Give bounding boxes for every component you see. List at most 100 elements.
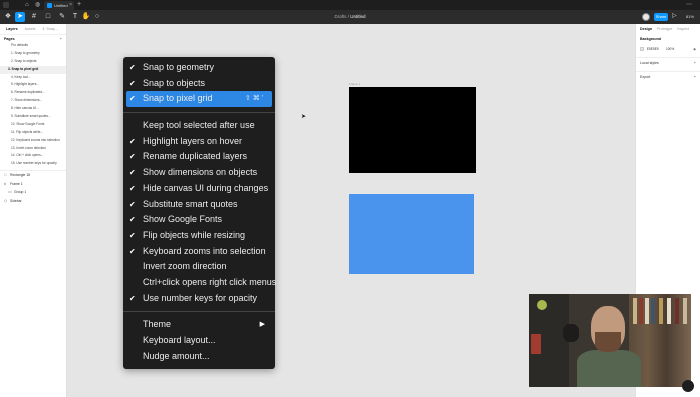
microphone [563,324,579,342]
webcam-overlay [529,294,691,387]
zoom-level[interactable]: 81% [686,10,694,24]
project-name[interactable]: Drafts [334,14,346,19]
background-hex[interactable]: E5E5E5 [647,47,659,51]
share-button[interactable]: Share [654,13,668,21]
menu-item[interactable]: ✔ Flip objects while resizing [123,228,275,244]
community-icon[interactable]: ◍ [35,0,40,10]
page-item[interactable]: 4. Keep tool... [0,74,66,82]
menu-item[interactable]: ✔ Substitute smart quotes [123,197,275,213]
properties-tabs: Design Prototype Inspect [636,24,700,34]
page-item[interactable]: 9. Substitute smart quotes... [0,113,66,121]
tab-untitled[interactable]: Untitled × [44,1,74,10]
page-item[interactable]: 3. Snap to pixel grid [0,65,66,74]
layer-name: Frame 1 [10,181,23,186]
file-name[interactable]: Untitled [350,14,365,19]
layer-item[interactable]: # Frame 1 [0,180,66,189]
present-icon[interactable]: ▷ [672,12,677,19]
menu-item-label: Use number keys for opacity [143,292,258,303]
menu-item[interactable]: ✔ Show Google Fonts [123,212,275,228]
tab-current-page[interactable]: 4. Snap... [42,27,57,31]
checkmark-icon: ✔ [129,230,136,240]
visibility-icon[interactable]: ◉ [693,44,696,54]
page-item[interactable]: Pro defaults [0,42,66,50]
menu-item[interactable]: ✔ Highlight layers on hover [123,134,275,150]
presenter-beard [595,332,621,352]
menu-item-label: Ctrl+click opens right click menus [143,276,277,287]
menu-item[interactable]: Keyboard layout... [123,333,275,349]
menu-item[interactable]: ✔ Hide canvas UI during changes [123,181,275,197]
menu-item[interactable]: ✔ Snap to pixel grid ⇧ ⌘ ' [126,91,272,108]
layer-item[interactable]: □ Rectangle 18 [0,171,66,180]
page-item[interactable]: 1. Snap to geometry [0,50,66,58]
page-item[interactable]: 7. Show dimensions... [0,97,66,105]
menu-item-label: Keep tool selected after use [143,120,255,131]
background-fill-row[interactable]: E5E5E5 100% ◉ [636,44,700,54]
page-item[interactable]: 2. Snap to objects [0,58,66,66]
menu-item[interactable]: ✔ Keyboard zooms into selection [123,244,275,260]
add-export-icon[interactable]: + [694,72,696,82]
frame-black[interactable] [349,87,476,173]
layer-name: Rectangle 18 [10,173,30,178]
page-item[interactable]: 6. Rename duplicated... [0,89,66,97]
layer-list: □ Rectangle 18 # Frame 1 ▭ Group 1 ◇ Sidebar [0,170,66,205]
window-tab-bar: ⌂ ◍ Untitled × + ⋯ [0,0,700,10]
menu-item-label: Keyboard layout... [143,335,216,345]
menu-item[interactable]: Keep tool selected after use [123,118,275,134]
menu-shortcut: ⇧ ⌘ ' [244,95,263,103]
presenter-body [577,350,641,387]
menu-item-label: Hide canvas UI during changes [143,182,269,193]
layer-item[interactable]: ◇ Sidebar [0,197,66,206]
more-options-icon[interactable]: ⋯ [686,0,692,10]
menu-item-label: Snap to objects [143,77,206,88]
layer-name: Group 1 [14,190,27,195]
menu-item[interactable]: Invert zoom direction [123,259,275,275]
background-heading: Background [640,37,661,41]
checkmark-icon: ✔ [129,183,136,193]
page-item[interactable]: 12. Keyboard zooms into selection [0,137,66,145]
menu-item[interactable]: Theme ▶ [123,317,275,333]
menu-item-label: Theme [143,319,172,330]
menu-item[interactable]: ✔ Use number keys for opacity [123,291,275,307]
page-item[interactable]: 14. Ctrl + click opens... [0,152,66,160]
page-item[interactable]: 5. Highlight layers... [0,81,66,89]
new-tab-button[interactable]: + [77,0,81,10]
tab-inspect[interactable]: Inspect [677,27,689,31]
menu-item[interactable]: ✔ Show dimensions on objects [123,165,275,181]
menu-separator [123,311,275,313]
pages-header: Pages + [0,34,66,42]
frame-label[interactable]: Frame 1 [349,82,360,86]
tab-design[interactable]: Design [640,27,652,31]
menu-item[interactable]: ✔ Snap to geometry [123,60,275,76]
page-list: Pro defaults 1. Snap to geometry 2. Snap t… [0,42,66,168]
tab-layers[interactable]: Layers [6,27,18,31]
local-styles-section: Local styles + [636,58,700,68]
checkmark-icon: ✔ [129,246,136,256]
mouse-cursor-icon: ➤ [301,114,307,120]
checkmark-icon: ✔ [129,293,136,303]
tab-assets[interactable]: Assets [25,27,36,31]
tab-prototype[interactable]: Prototype [657,27,672,31]
background-opacity[interactable]: 100% [666,44,674,54]
layer-item[interactable]: ▭ Group 1 [0,188,66,197]
menu-item[interactable]: ✔ Rename duplicated layers [123,149,275,165]
page-item[interactable]: 8. Hide canvas UI... [0,105,66,113]
help-button[interactable] [682,380,694,392]
background-swatch[interactable] [640,47,644,52]
page-item[interactable]: 11. Flip objects while... [0,129,66,137]
rectangle-blue[interactable] [349,194,474,274]
page-item[interactable]: 15. Use number keys for opacity [0,160,66,168]
menu-item-label: Snap to pixel grid [143,93,213,104]
close-tab-icon[interactable]: × [69,1,72,10]
menu-item[interactable]: Ctrl+click opens right click menus [123,275,277,291]
rectangle-icon: □ [4,172,7,178]
submenu-arrow-icon: ▶ [259,321,265,329]
avatar[interactable] [642,13,650,21]
page-item[interactable]: 10. Show Google Fonts [0,121,66,129]
menu-item[interactable]: Nudge amount... [123,349,275,365]
window-menu-icon[interactable] [3,2,9,8]
add-style-icon[interactable]: + [694,58,696,68]
menu-item[interactable]: ✔ Snap to objects [123,76,275,92]
page-item[interactable]: 13. Invert zoom direction [0,145,66,153]
home-icon[interactable]: ⌂ [25,0,29,10]
add-page-icon[interactable]: + [60,35,62,43]
